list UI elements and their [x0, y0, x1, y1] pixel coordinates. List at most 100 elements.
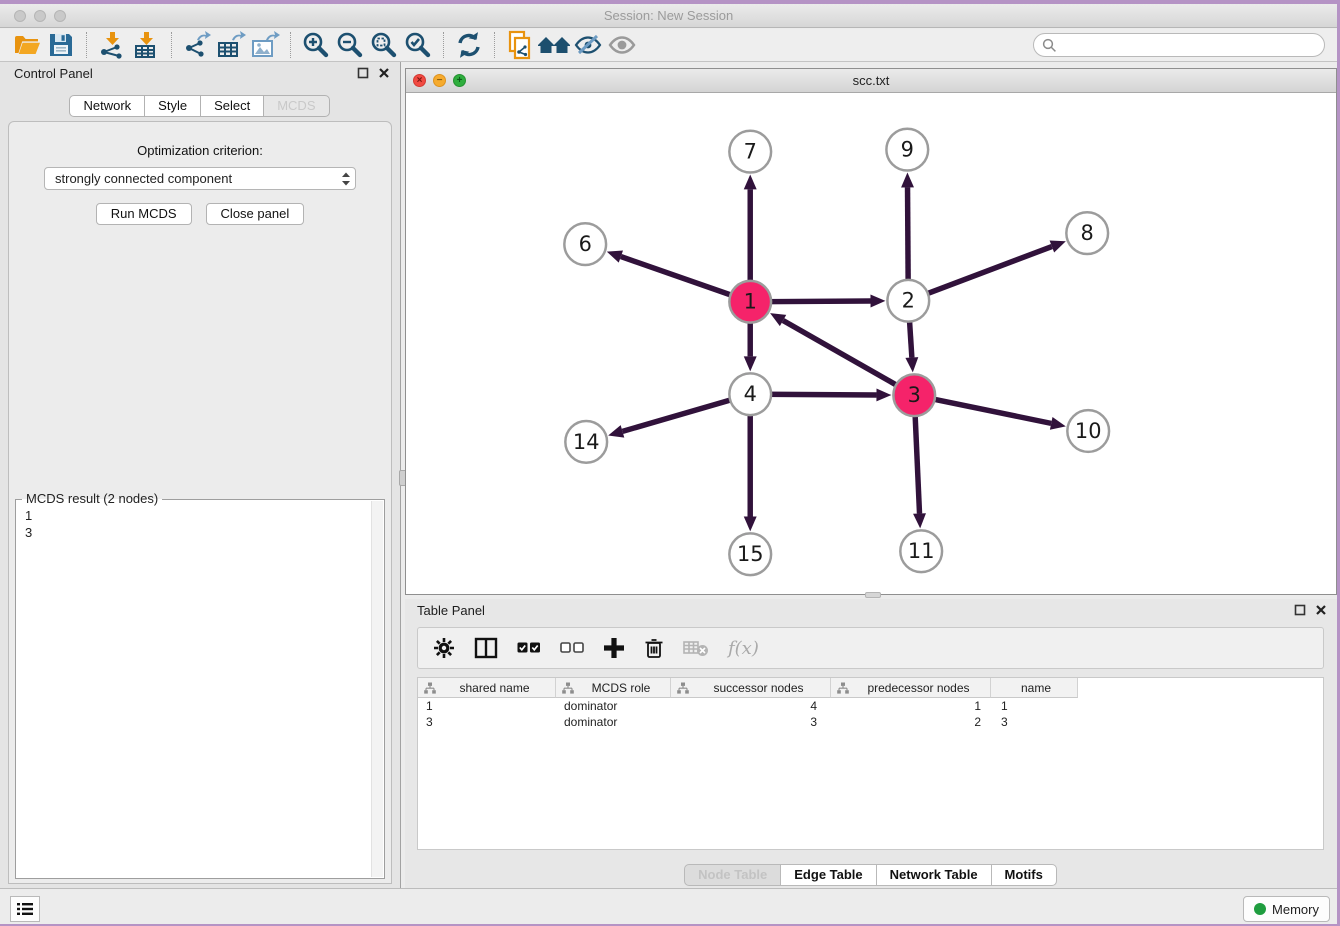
- tab-network[interactable]: Network: [69, 95, 145, 117]
- tab-motifs[interactable]: Motifs: [991, 864, 1057, 886]
- cell-mcds-role[interactable]: dominator: [556, 714, 671, 730]
- network-canvas-svg[interactable]: 7968124314101511: [406, 94, 1336, 594]
- cell-successor-nodes[interactable]: 3: [671, 714, 831, 730]
- tab-select[interactable]: Select: [200, 95, 264, 117]
- graph-node-label: 3: [908, 383, 921, 407]
- column-header-shared-name[interactable]: shared name: [418, 678, 556, 698]
- delete-table-icon[interactable]: [683, 639, 709, 657]
- column-type-icon: [677, 682, 689, 694]
- graph-edge-arrowhead: [913, 513, 926, 528]
- memory-button[interactable]: Memory: [1243, 896, 1330, 922]
- cell-name[interactable]: 1: [991, 698, 1078, 714]
- titlebar: Session: New Session: [0, 4, 1337, 28]
- graph-node-label: 7: [744, 140, 757, 164]
- graph-edge-arrowhead: [744, 356, 757, 371]
- mcds-result-line: 1: [25, 507, 362, 524]
- graph-edge-arrowhead: [608, 425, 624, 437]
- column-header-mcds-role[interactable]: MCDS role: [556, 678, 671, 698]
- select-stepper-icon: [337, 170, 355, 188]
- column-layout-icon[interactable]: [474, 637, 498, 659]
- export-network-icon[interactable]: [180, 30, 214, 60]
- cell-shared-name[interactable]: 3: [418, 714, 556, 730]
- cell-shared-name[interactable]: 1: [418, 698, 556, 714]
- status-bar: Memory: [0, 888, 1337, 924]
- toolbar-separator: [171, 32, 172, 58]
- search-icon: [1042, 38, 1057, 53]
- mcds-result-text[interactable]: 1 3: [17, 501, 370, 877]
- tab-network-table[interactable]: Network Table: [876, 864, 992, 886]
- mcds-result-line: 3: [25, 524, 362, 541]
- search-field[interactable]: [1033, 33, 1325, 57]
- add-column-icon[interactable]: [603, 637, 625, 659]
- column-header-successor-nodes[interactable]: successor nodes: [671, 678, 831, 698]
- table-panel-title: Table Panel: [417, 603, 1294, 618]
- column-type-icon: [424, 682, 436, 694]
- zoom-out-icon[interactable]: [333, 30, 367, 60]
- cell-successor-nodes[interactable]: 4: [671, 698, 831, 714]
- graph-edge[interactable]: [908, 247, 1052, 301]
- main-toolbar: [0, 29, 1337, 62]
- table-panel: Table Panel f(x): [405, 599, 1337, 888]
- import-network-icon[interactable]: [95, 30, 129, 60]
- horizontal-splitter-handle[interactable]: [865, 592, 881, 598]
- home-icon[interactable]: [537, 30, 571, 60]
- node-table[interactable]: shared name MCDS role successor nodes: [417, 677, 1324, 850]
- open-session-icon[interactable]: [10, 30, 44, 60]
- app-window: Session: New Session: [0, 4, 1337, 924]
- table-row[interactable]: 1 dominator 4 1 1: [418, 698, 1323, 714]
- float-table-panel-icon[interactable]: [1294, 604, 1306, 616]
- cell-name[interactable]: 3: [991, 714, 1078, 730]
- cell-predecessor-nodes[interactable]: 1: [831, 698, 991, 714]
- cell-predecessor-nodes[interactable]: 2: [831, 714, 991, 730]
- close-panel-icon[interactable]: [378, 67, 390, 79]
- graph-edge-arrowhead: [744, 516, 757, 531]
- tab-edge-table[interactable]: Edge Table: [780, 864, 876, 886]
- memory-label: Memory: [1272, 902, 1319, 917]
- column-type-icon: [562, 682, 574, 694]
- table-row[interactable]: 3 dominator 3 2 3: [418, 714, 1323, 730]
- toolbar-separator: [494, 32, 495, 58]
- mcds-result-box: MCDS result (2 nodes) 1 3: [15, 499, 385, 879]
- column-header-name[interactable]: name: [991, 678, 1078, 698]
- duplicate-network-icon[interactable]: [503, 30, 537, 60]
- toolbar-separator: [290, 32, 291, 58]
- task-history-button[interactable]: [10, 896, 40, 922]
- graph-node-label: 9: [901, 138, 914, 162]
- graph-node-label: 14: [573, 430, 600, 454]
- graph-edge[interactable]: [783, 320, 914, 395]
- zoom-fit-icon[interactable]: [367, 30, 401, 60]
- export-table-icon[interactable]: [214, 30, 248, 60]
- close-table-panel-icon[interactable]: [1315, 604, 1327, 616]
- function-builder-icon[interactable]: f(x): [728, 638, 759, 659]
- hide-selected-icon[interactable]: [571, 30, 605, 60]
- graph-node-label: 2: [902, 289, 915, 313]
- zoom-in-icon[interactable]: [299, 30, 333, 60]
- tab-style[interactable]: Style: [144, 95, 201, 117]
- show-all-icon[interactable]: [605, 30, 639, 60]
- column-header-predecessor-nodes[interactable]: predecessor nodes: [831, 678, 991, 698]
- control-panel-title: Control Panel: [14, 66, 357, 81]
- cell-mcds-role[interactable]: dominator: [556, 698, 671, 714]
- close-panel-button[interactable]: Close panel: [206, 203, 305, 225]
- import-table-icon[interactable]: [129, 30, 163, 60]
- delete-column-icon[interactable]: [644, 637, 664, 659]
- graph-node-label: 4: [744, 382, 757, 406]
- select-all-icon[interactable]: [517, 641, 541, 655]
- unselect-all-icon[interactable]: [560, 641, 584, 655]
- tab-node-table[interactable]: Node Table: [684, 864, 781, 886]
- run-mcds-button[interactable]: Run MCDS: [96, 203, 192, 225]
- settings-gear-icon[interactable]: [433, 637, 455, 659]
- criterion-select[interactable]: strongly connected component: [44, 167, 356, 190]
- float-panel-icon[interactable]: [357, 67, 369, 79]
- apply-layout-icon[interactable]: [452, 30, 486, 60]
- search-input[interactable]: [1057, 36, 1324, 54]
- export-image-icon[interactable]: [248, 30, 282, 60]
- zoom-selected-icon[interactable]: [401, 30, 435, 60]
- network-window-titlebar[interactable]: × − + scc.txt: [406, 69, 1336, 93]
- tab-mcds[interactable]: MCDS: [263, 95, 329, 117]
- save-session-icon[interactable]: [44, 30, 78, 60]
- network-canvas[interactable]: 7968124314101511: [406, 94, 1336, 594]
- toolbar-separator: [443, 32, 444, 58]
- result-scrollbar[interactable]: [371, 501, 383, 877]
- table-panel-tabs: Node Table Edge Table Network Table Moti…: [405, 864, 1337, 886]
